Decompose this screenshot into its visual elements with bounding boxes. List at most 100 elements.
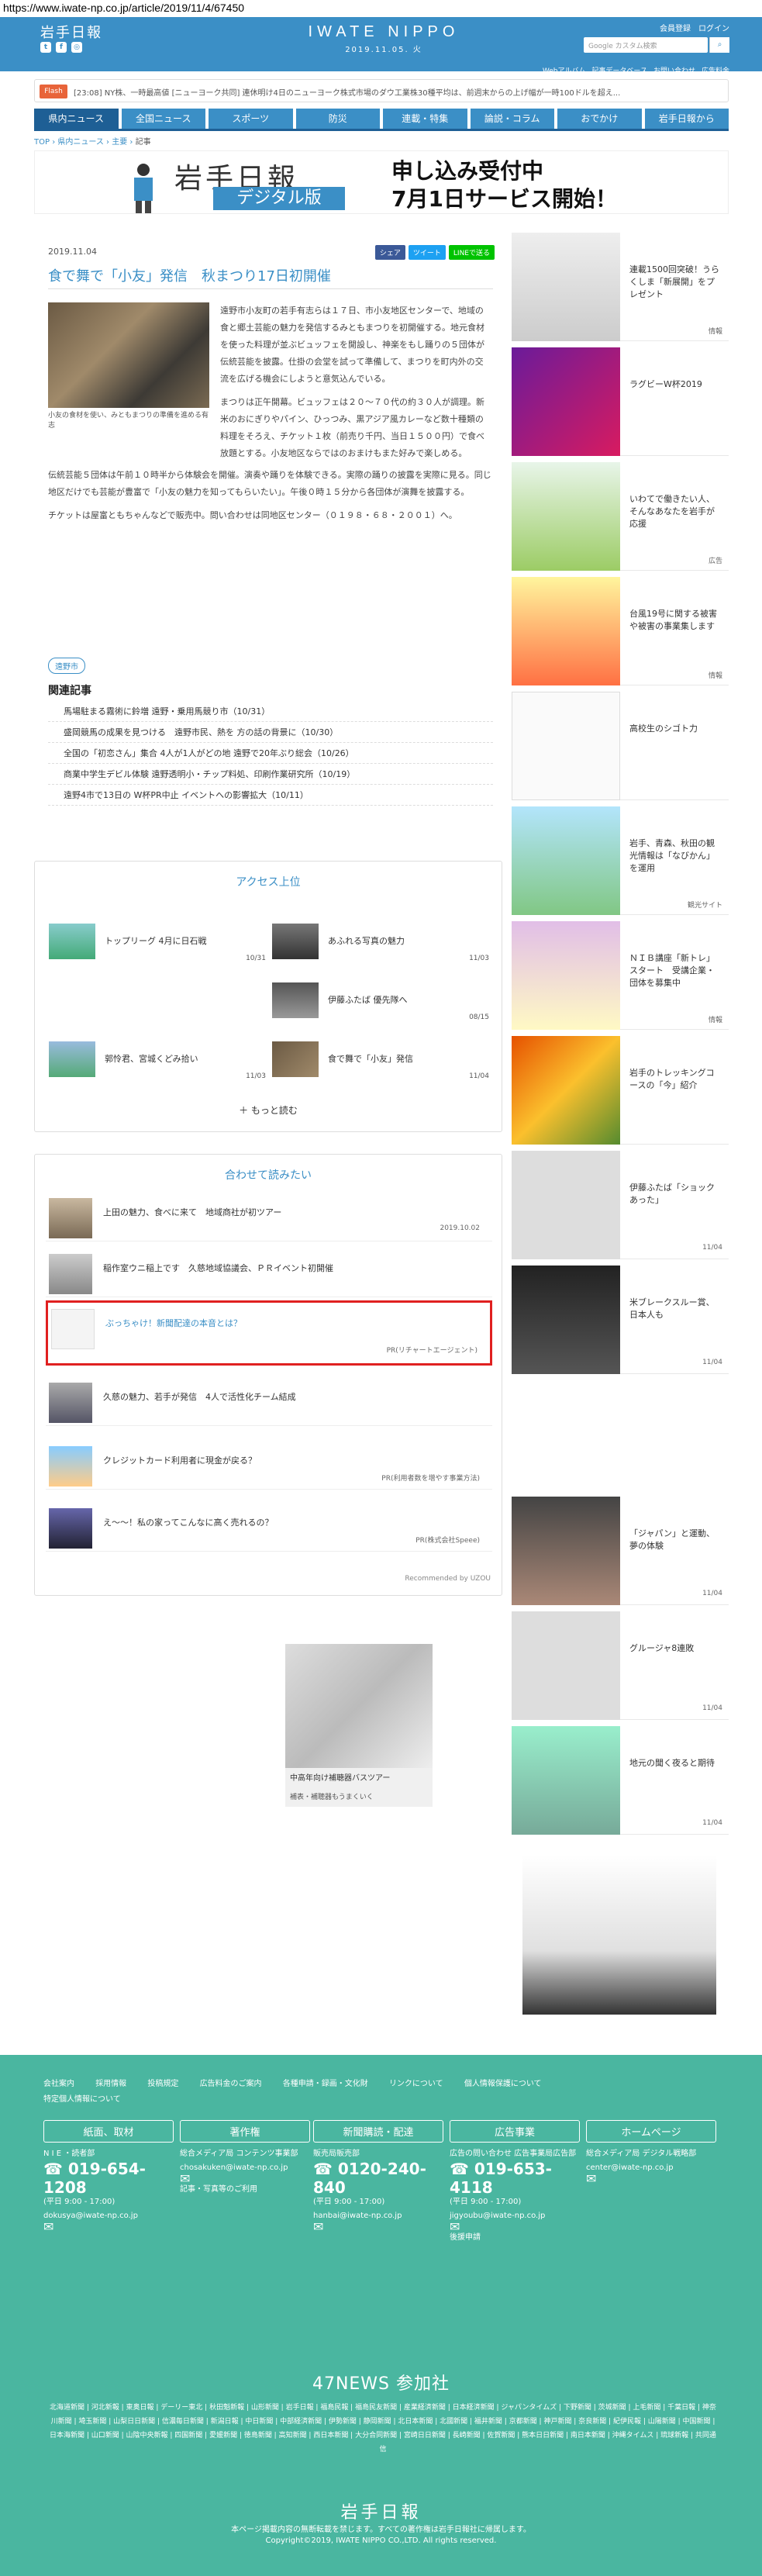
sidebar-item[interactable]: 米ブレークスルー賞、日本人も 11/04 — [512, 1266, 729, 1374]
instagram-icon[interactable]: ◎ — [71, 42, 82, 53]
nav-from-nippo[interactable]: 岩手日報から — [644, 109, 729, 129]
search-input[interactable]: Google カスタム検索 — [584, 37, 708, 53]
breadcrumb-local[interactable]: 県内ニュース — [57, 138, 104, 147]
twitter-icon[interactable]: t — [40, 42, 51, 53]
footer-sublink[interactable]: 記事・写真等のご利用 — [180, 2184, 310, 2195]
nav-outings[interactable]: おでかけ — [557, 109, 642, 129]
mail-icon[interactable]: ✉ — [450, 2221, 580, 2233]
sidebar-item[interactable]: 「ジャパン」と運動、夢の体験 11/04 — [512, 1497, 729, 1605]
ranking-date: 08/15 — [469, 1013, 489, 1021]
mail-icon[interactable]: ✉ — [180, 2173, 310, 2185]
sidebar-item[interactable]: 連載1500回突破！うらくしま「新展開」をプレゼント 情報 — [512, 233, 729, 341]
mail-icon[interactable]: ✉ — [43, 2221, 174, 2233]
webalbum-link[interactable]: Webアルバム — [543, 65, 586, 75]
flash-text[interactable]: [23:08] NY株、一時最高値 [ニューヨーク共同] 連休明け4日のニューヨ… — [74, 86, 722, 98]
footer-link[interactable]: 個人情報保護について — [464, 2080, 542, 2088]
ranking-item[interactable]: あふれる写真の魅力 11/03 — [272, 924, 489, 962]
footer-link[interactable]: 採用情報 — [95, 2080, 126, 2088]
footer-link[interactable]: 会社案内 — [43, 2080, 74, 2088]
related-article-link[interactable]: 遠野4市で13日の W杯PR中止 イベントへの影響拡大（10/11） — [48, 785, 493, 806]
related-article-link[interactable]: 全国の「初恋さん」集合 4人が1人がどの地 遠野で20年ぶり総会（10/26） — [48, 743, 493, 764]
sidebar-item[interactable]: ラグビーW杯2019 — [512, 347, 729, 456]
sidebar-item[interactable]: いわてで働きたい人、そんなあなたを岩手が応援 広告 — [512, 462, 729, 571]
footer-col-subscription: 新聞購読・配達 販売局販売部 ☎ 0120-240-840 (平日 9:00 -… — [313, 2120, 443, 2233]
advertisement[interactable]: 中高年向け補聴器バスツアー 補表・補聴器もうまくいく — [285, 1644, 433, 1807]
sidebar-meta: 11/04 — [702, 1359, 722, 1366]
article-photo[interactable] — [48, 302, 209, 408]
banner-text: 申し込み受付中 7月1日サービス開始！ — [391, 157, 617, 213]
sidebar-item[interactable]: 地元の聞く夜ると期待 11/04 — [512, 1726, 729, 1835]
sidebar-item[interactable]: 台風19号に関する被害や被害の事業集します 情報 — [512, 577, 729, 685]
sidebar-item[interactable]: グルージャ8連敗 11/04 — [512, 1611, 729, 1720]
ranking-item[interactable]: 郭怜君、宮城くどみ拾い 11/03 — [49, 1041, 266, 1080]
partner-papers[interactable]: 北海道新聞 | 河北新報 | 東奥日報 | デーリー東北 | 秋田魁新報 | 山… — [50, 2401, 716, 2457]
tag-tono[interactable]: 遠野市 — [48, 658, 85, 674]
nissan-ad[interactable] — [522, 1855, 716, 2015]
footer-link[interactable]: リンクについて — [389, 2080, 443, 2088]
contact-link[interactable]: お問い合わせ — [653, 65, 695, 75]
related-article-link[interactable]: 盛岡競馬の成果を見つける 遠野市民、熱を 方の話の背景に（10/30） — [48, 722, 493, 743]
breadcrumb-main[interactable]: 主要 — [112, 138, 127, 147]
footer-link[interactable]: 投稿規定 — [147, 2080, 178, 2088]
recommended-item[interactable]: クレジットカード利用者に現金が戻る？ PR(利用者数を増やす事業方法) — [46, 1440, 492, 1490]
recommended-item[interactable]: え〜〜！私の家ってこんなに高く売れるの？ PR(株式会社Speee) — [46, 1502, 492, 1552]
facebook-share-button[interactable]: シェア — [374, 245, 405, 260]
database-link[interactable]: 記事データベース — [591, 65, 647, 75]
phone-number[interactable]: ☎ 019-653-4118 — [450, 2160, 580, 2197]
breadcrumb-top[interactable]: TOP — [34, 138, 50, 147]
nav-sports[interactable]: スポーツ — [209, 109, 293, 129]
digital-edition-banner[interactable]: 岩手日報 デジタル版 申し込み受付中 7月1日サービス開始！ — [34, 150, 729, 214]
sidebar-item[interactable]: 高校生のシゴト力 — [512, 692, 729, 800]
ranking-item[interactable]: トップリーグ 4月に日石戦 10/31 — [49, 924, 266, 962]
sidebar-item[interactable]: 岩手、青森、秋田の観光情報は「なびかん」を運用 観光サイト — [512, 806, 729, 915]
mail-icon[interactable]: ✉ — [313, 2221, 443, 2233]
footer-link[interactable]: 特定個人情報について — [43, 2095, 121, 2104]
nav-features[interactable]: 連載・特集 — [383, 109, 467, 129]
footer-email[interactable]: dokusya@iwate-np.co.jp — [43, 2211, 174, 2222]
footer-link[interactable]: 広告料金のご案内 — [200, 2080, 262, 2088]
footer-link[interactable]: 各種申請・録画・文化財 — [283, 2080, 368, 2088]
phone-number[interactable]: ☎ 019-654-1208 — [43, 2160, 174, 2197]
site-logo[interactable]: 岩手日報 — [40, 22, 102, 42]
facebook-icon[interactable]: f — [56, 42, 67, 53]
flash-news[interactable]: Flash [23:08] NY株、一時最高値 [ニューヨーク共同] 連休明け4… — [34, 79, 729, 102]
uzou-credit[interactable]: Recommended by UZOU — [405, 1575, 491, 1583]
recommended-item[interactable]: 久慈の魅力、若手が発信 4人で活性化チーム結成 — [46, 1376, 492, 1426]
login-link[interactable]: ログイン — [698, 22, 729, 33]
recommended-thumb — [49, 1508, 92, 1549]
mail-icon[interactable]: ✉ — [586, 2173, 716, 2185]
ad-caption: 中高年向け補聴器バスツアー — [290, 1774, 391, 1783]
search-icon[interactable]: ⌕ — [709, 37, 729, 53]
sidebar-meta: 11/04 — [702, 1590, 722, 1597]
footer-email[interactable]: jigyoubu@iwate-np.co.jp — [450, 2211, 580, 2222]
sidebar-thumb — [512, 347, 620, 456]
ranking-item[interactable]: 食で舞で「小友」発信 11/04 — [272, 1041, 489, 1080]
nav-disaster[interactable]: 防災 — [295, 109, 380, 129]
footer-email[interactable]: center@iwate-np.co.jp — [586, 2163, 716, 2174]
related-article-link[interactable]: 商業中学生デビル体験 遠野透明小・チップ料処、印刷作業研究所（10/19） — [48, 764, 493, 785]
sidebar-item[interactable]: ＮＩＢ講座「新トレ」スタート 受講企業・団体を募集中 情報 — [512, 921, 729, 1030]
footer-sublink[interactable]: 後援申請 — [450, 2232, 580, 2243]
nav-local-news[interactable]: 県内ニュース — [34, 109, 119, 129]
sidebar-item[interactable]: 伊藤ふたば「ショックあった」 11/04 — [512, 1151, 729, 1259]
recommended-item[interactable]: 上田の魅力、食べに来て 地域商社が初ツアー 2019.10.02 — [46, 1192, 492, 1241]
footer-logo[interactable]: 岩手日報 — [0, 2498, 762, 2523]
pr-recommended-item[interactable]: ぶっちゃけ！新聞配達の本音とは？ PR(リチャートエージェント) — [46, 1300, 492, 1366]
more-button[interactable]: ＋ もっと読む — [35, 1103, 502, 1117]
phone-number[interactable]: ☎ 0120-240-840 — [313, 2160, 443, 2197]
ranking-item[interactable]: 伊藤ふたば 優先隊へ 08/15 — [272, 982, 489, 1021]
twitter-share-button[interactable]: ツイート — [408, 245, 446, 260]
sidebar-item[interactable]: 岩手のトレッキングコースの「今」紹介 — [512, 1036, 729, 1145]
article-title: 食で舞で「小友」発信 秋まつり17日初開催 — [48, 268, 331, 285]
nav-columns[interactable]: 論説・コラム — [470, 109, 554, 129]
footer-email[interactable]: hanbai@iwate-np.co.jp — [313, 2211, 443, 2222]
line-share-button[interactable]: LINEで送る — [448, 245, 495, 260]
related-article-link[interactable]: 馬場駐まる霧術に鈴増 遠野・乗用馬競り市（10/31） — [48, 701, 493, 722]
recommended-item[interactable]: 稲作室ウニ稲上です 久慈地域協議会、ＰＲイベント初開催 — [46, 1248, 492, 1297]
nav-national-news[interactable]: 全国ニュース — [121, 109, 205, 129]
center-logo[interactable]: IWATE NIPPO 2019.11.05. 火 — [295, 23, 473, 54]
register-link[interactable]: 会員登録 — [660, 22, 691, 33]
footer-email[interactable]: chosakuken@iwate-np.co.jp — [180, 2163, 310, 2174]
ad-rates-link[interactable]: 広告料金 — [702, 65, 729, 75]
sidebar-text: 「ジャパン」と運動、夢の体験 — [629, 1528, 715, 1551]
